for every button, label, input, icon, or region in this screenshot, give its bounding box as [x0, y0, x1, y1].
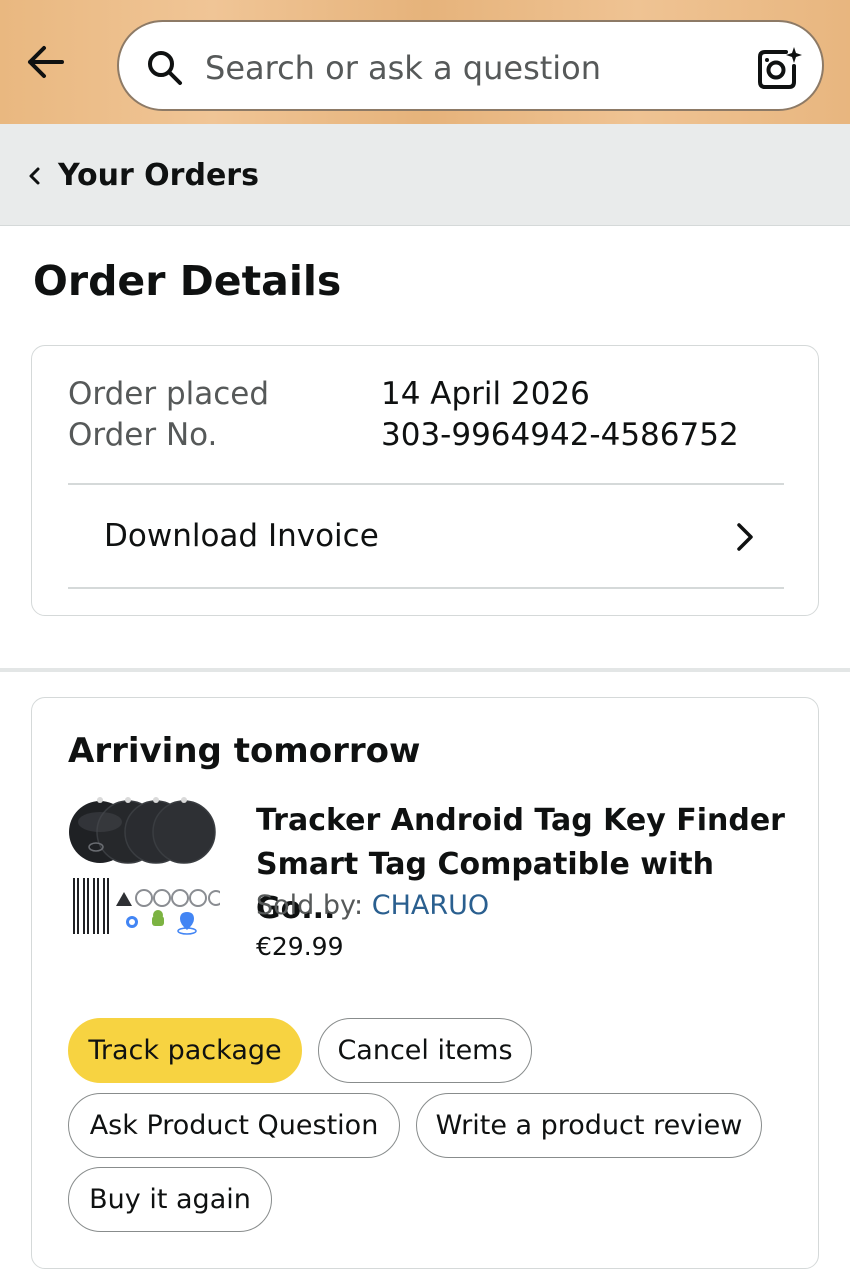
divider: [68, 587, 784, 589]
download-invoice-row[interactable]: Download Invoice: [68, 485, 784, 589]
order-placed-label: Order placed: [68, 376, 270, 412]
ask-product-question-button[interactable]: Ask Product Question: [68, 1093, 400, 1158]
search-input[interactable]: Search or ask a question: [205, 48, 601, 88]
product-price: €29.99: [256, 932, 344, 961]
page-title: Order Details: [33, 257, 342, 305]
order-number-value: 303-9964942-4586752: [381, 417, 739, 453]
search-icon: [148, 51, 182, 85]
order-info-card: Order placed 14 April 2026 Order No. 303…: [31, 345, 819, 616]
buy-it-again-button[interactable]: Buy it again: [68, 1167, 272, 1232]
track-package-button[interactable]: Track package: [68, 1018, 302, 1083]
product-image[interactable]: [66, 794, 220, 944]
top-header: Search or ask a question: [0, 0, 850, 124]
delivery-status: Arriving tomorrow: [68, 731, 421, 771]
search-bar[interactable]: Search or ask a question: [117, 20, 824, 111]
chevron-left-icon: [29, 167, 40, 185]
order-placed-value: 14 April 2026: [381, 376, 590, 412]
sold-by-label: Sold by:: [256, 890, 372, 921]
shipment-card: Arriving tomorrow Tracker Android Tag Ke…: [31, 697, 819, 1269]
section-separator: [0, 668, 850, 672]
chevron-right-icon: [737, 523, 753, 551]
camera-icon[interactable]: [756, 46, 802, 90]
sold-by: Sold by: CHARUO: [256, 889, 489, 923]
write-review-button[interactable]: Write a product review: [416, 1093, 762, 1158]
cancel-items-button[interactable]: Cancel items: [318, 1018, 532, 1083]
order-number-label: Order No.: [68, 417, 218, 453]
seller-link[interactable]: CHARUO: [372, 890, 489, 921]
breadcrumb-label[interactable]: Your Orders: [58, 158, 259, 194]
download-invoice-label[interactable]: Download Invoice: [104, 517, 379, 555]
back-arrow-icon[interactable]: [22, 40, 70, 84]
